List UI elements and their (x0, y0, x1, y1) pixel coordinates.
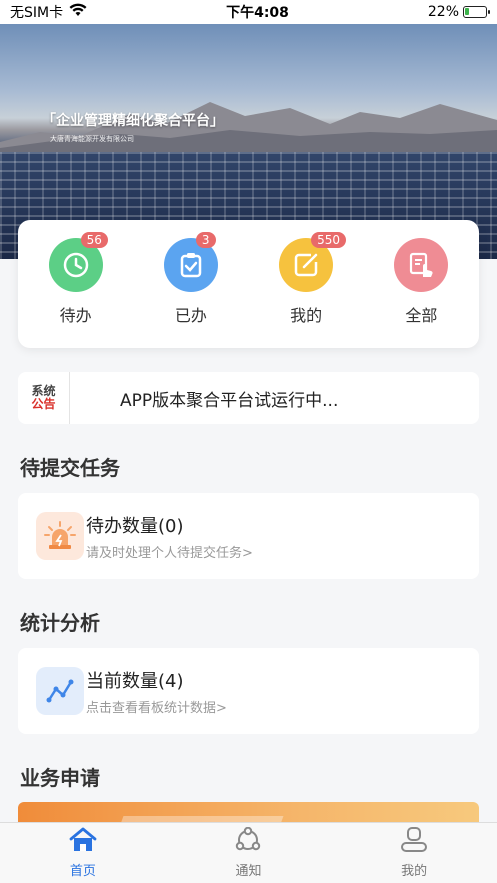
user-icon (400, 827, 428, 857)
tab-label: 我的 (401, 864, 428, 879)
carrier-text: 无SIM卡 (10, 5, 64, 21)
quick-action-label: 我的 (290, 306, 323, 325)
quick-action-label: 已办 (174, 306, 207, 325)
notice-logo: 系统 公告 (18, 372, 70, 424)
stats-count: 当前数量(4) (86, 670, 184, 692)
bottom-tab-bar: 首页 通知 我的 (0, 822, 497, 883)
battery-percent: 22% (427, 4, 459, 20)
banner-title: 「企业管理精细化聚合平台」 (42, 113, 224, 129)
badge-todo: 56 (80, 232, 108, 248)
quick-action-mine[interactable]: 550 我的 (261, 232, 351, 326)
hand-document-icon (394, 238, 449, 292)
tab-home[interactable]: 首页 (43, 827, 123, 879)
home-icon (69, 827, 97, 857)
badge-done: 3 (195, 232, 216, 248)
section-title-business: 业务申请 (20, 766, 100, 790)
section-title-pending: 待提交任务 (20, 456, 120, 480)
banner-subtitle: 大唐青海能源开发有限公司 (50, 135, 134, 143)
stats-hint: 点击查看看板统计数据> (86, 700, 227, 716)
system-notice[interactable]: 系统 公告 APP版本聚合平台试运行中... (18, 372, 479, 424)
share-nodes-icon (234, 826, 262, 857)
trend-chart-icon (36, 667, 84, 715)
quick-action-done[interactable]: 3 已办 (146, 232, 236, 326)
tab-profile[interactable]: 我的 (374, 827, 454, 879)
quick-action-all[interactable]: 全部 (376, 238, 466, 326)
wifi-icon (69, 3, 87, 21)
quick-action-label: 全部 (405, 306, 438, 325)
pending-task-card[interactable]: 待办数量(0) 请及时处理个人待提交任务> (18, 493, 479, 579)
pending-count: 待办数量(0) (86, 515, 184, 537)
clock-text: 下午4:08 (226, 5, 289, 21)
battery-level (465, 8, 469, 15)
quick-action-todo[interactable]: 56 待办 (31, 232, 121, 326)
tab-label: 通知 (235, 864, 262, 879)
notice-text: APP版本聚合平台试运行中... (120, 390, 339, 411)
tab-label: 首页 (69, 864, 96, 879)
status-bar: 无SIM卡 下午4:08 22% (0, 0, 497, 24)
quick-action-label: 待办 (59, 306, 92, 325)
tab-notifications[interactable]: 通知 (208, 826, 288, 879)
section-title-stats: 统计分析 (20, 611, 100, 635)
alarm-icon (36, 512, 84, 560)
quick-actions-card: 56 待办 3 已办 550 我的 全部 (18, 220, 479, 348)
pending-hint: 请及时处理个人待提交任务> (86, 545, 253, 561)
battery-icon (463, 6, 490, 18)
stats-card[interactable]: 当前数量(4) 点击查看看板统计数据> (18, 648, 479, 734)
badge-mine: 550 (311, 232, 347, 248)
